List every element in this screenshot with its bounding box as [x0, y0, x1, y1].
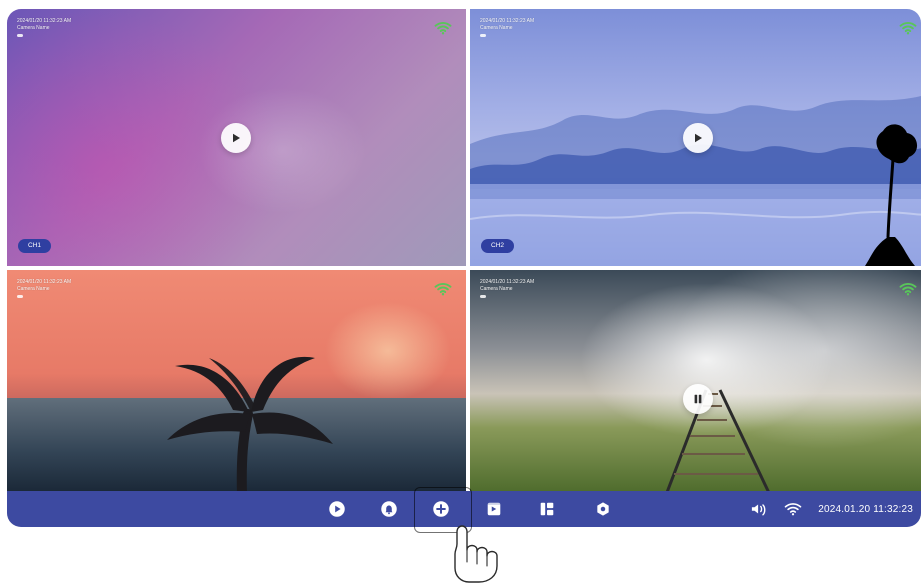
status-area: 2024.01.20 11:32:23: [750, 491, 913, 527]
toolbar-layout-button[interactable]: [537, 499, 557, 519]
play-button[interactable]: [683, 123, 713, 153]
settings-icon: [597, 502, 609, 516]
camera-tile-3[interactable]: 2024/01/20 11:32:23 AM Camera Name: [7, 270, 466, 495]
tree-silhouette: [865, 124, 918, 266]
palm-tree-silhouette: [167, 356, 333, 495]
camera-tile-2[interactable]: 2024/01/20 11:32:23 AM Camera Name CH2: [470, 9, 921, 266]
wifi-icon[interactable]: [784, 501, 802, 517]
play-button[interactable]: [221, 123, 251, 153]
pause-button[interactable]: [683, 384, 713, 414]
pause-icon: [694, 394, 702, 404]
camera-tile-1[interactable]: 2024/01/20 11:32:23 AM Camera Name CH1: [7, 9, 466, 266]
wifi-icon: [899, 21, 917, 35]
volume-icon[interactable]: [750, 501, 768, 517]
toolbar-settings-button[interactable]: [593, 499, 613, 519]
toolbar-play-button[interactable]: [327, 499, 347, 519]
play-circle-icon: [329, 501, 345, 517]
play-icon: [233, 133, 240, 143]
toolbar-alarm-button[interactable]: [379, 499, 399, 519]
hand-pointer-icon: [454, 525, 498, 583]
wifi-icon: [899, 282, 917, 296]
wifi-icon: [434, 282, 452, 296]
channel-badge-1: CH1: [18, 239, 52, 253]
play-icon: [695, 133, 702, 143]
wifi-icon: [434, 21, 452, 35]
camera-grid: 2024/01/20 11:32:23 AM Camera Name CH1 2…: [7, 9, 921, 495]
railway-tracks: [664, 389, 772, 495]
alarm-icon: [381, 501, 397, 517]
device-frame: 2024/01/20 11:32:23 AM Camera Name CH1 2…: [7, 9, 921, 527]
channel-badge-2: CH2: [481, 239, 515, 253]
layout-icon: [540, 502, 554, 516]
clock: 2024.01.20 11:32:23: [818, 503, 913, 515]
camera-tile-4[interactable]: 2024/01/20 11:32:23 AM Camera Name: [470, 270, 921, 495]
